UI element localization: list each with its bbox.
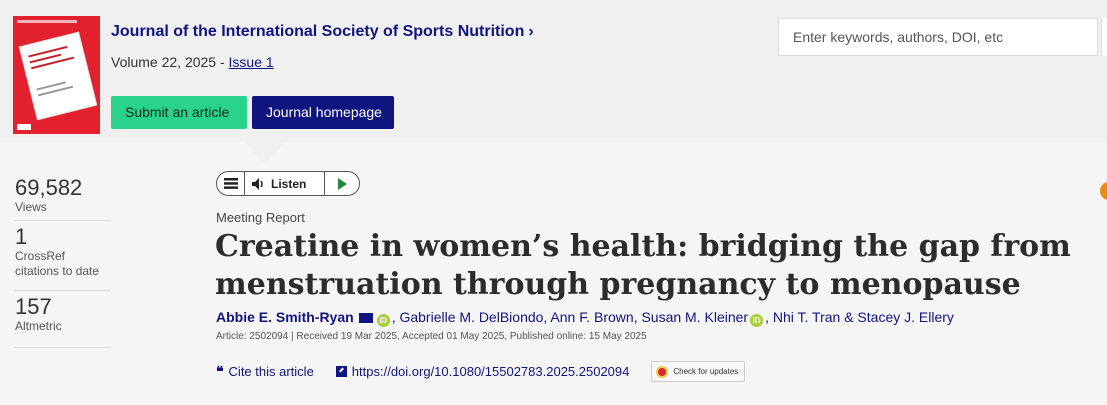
search-submit-edge[interactable] bbox=[1101, 18, 1107, 56]
volume-issue: Volume 22, 2025 - Issue 1 bbox=[111, 54, 274, 70]
crossmark-icon bbox=[656, 365, 669, 378]
article-actions: ❝ Cite this article https://doi.org/10.1… bbox=[216, 361, 746, 382]
header-pointer bbox=[244, 141, 286, 165]
article-dates: Article: 2502094 | Received 19 Mar 2025,… bbox=[216, 331, 647, 342]
search-input[interactable] bbox=[778, 18, 1098, 56]
external-link-icon bbox=[335, 366, 347, 377]
submit-article-button[interactable]: Submit an article bbox=[111, 96, 247, 129]
author-links[interactable]: , Gabrielle M. DelBiondo, Ann F. Brown, … bbox=[392, 309, 748, 325]
metric-crossref[interactable]: 1 CrossRef citations to date bbox=[15, 221, 111, 291]
orcid-icon[interactable]: iD bbox=[750, 314, 764, 327]
quote-icon: ❝ bbox=[216, 363, 224, 380]
check-for-updates-button[interactable]: Check for updates bbox=[651, 361, 746, 382]
author-links[interactable]: , Nhi T. Tran & Stacey J. Ellery bbox=[765, 309, 954, 325]
journal-cover-image[interactable] bbox=[13, 16, 100, 134]
journal-homepage-button[interactable]: Journal homepage bbox=[252, 96, 394, 129]
cite-article-link[interactable]: ❝ Cite this article bbox=[216, 364, 314, 380]
listen-player: Listen bbox=[216, 171, 360, 196]
metric-views: 69,582 Views bbox=[15, 176, 111, 221]
issue-link[interactable]: Issue 1 bbox=[229, 54, 274, 70]
author-list: Abbie E. Smith-Ryan iD, Gabrielle M. DelB… bbox=[216, 309, 954, 327]
metric-altmetric[interactable]: 157 Altmetric bbox=[15, 291, 111, 348]
side-widget-icon[interactable] bbox=[1100, 182, 1107, 200]
chevron-right-icon: › bbox=[528, 23, 534, 40]
speaker-icon bbox=[252, 177, 266, 190]
play-icon[interactable] bbox=[325, 177, 359, 190]
author-link[interactable]: Abbie E. Smith-Ryan bbox=[216, 309, 354, 325]
doi-link[interactable]: https://doi.org/10.1080/15502783.2025.25… bbox=[335, 364, 629, 379]
article-title: Creatine in women’s health: bridging the… bbox=[215, 229, 1071, 302]
hamburger-icon[interactable] bbox=[217, 172, 245, 195]
article-type: Meeting Report bbox=[216, 210, 305, 225]
listen-button[interactable]: Listen bbox=[245, 172, 325, 195]
journal-header: Journal of the International Society of … bbox=[0, 0, 1107, 142]
envelope-icon[interactable] bbox=[358, 313, 373, 323]
orcid-icon[interactable]: iD bbox=[376, 314, 390, 327]
article-metrics: 69,582 Views 1 CrossRef citations to dat… bbox=[15, 176, 111, 348]
journal-title-link[interactable]: Journal of the International Society of … bbox=[111, 23, 534, 41]
